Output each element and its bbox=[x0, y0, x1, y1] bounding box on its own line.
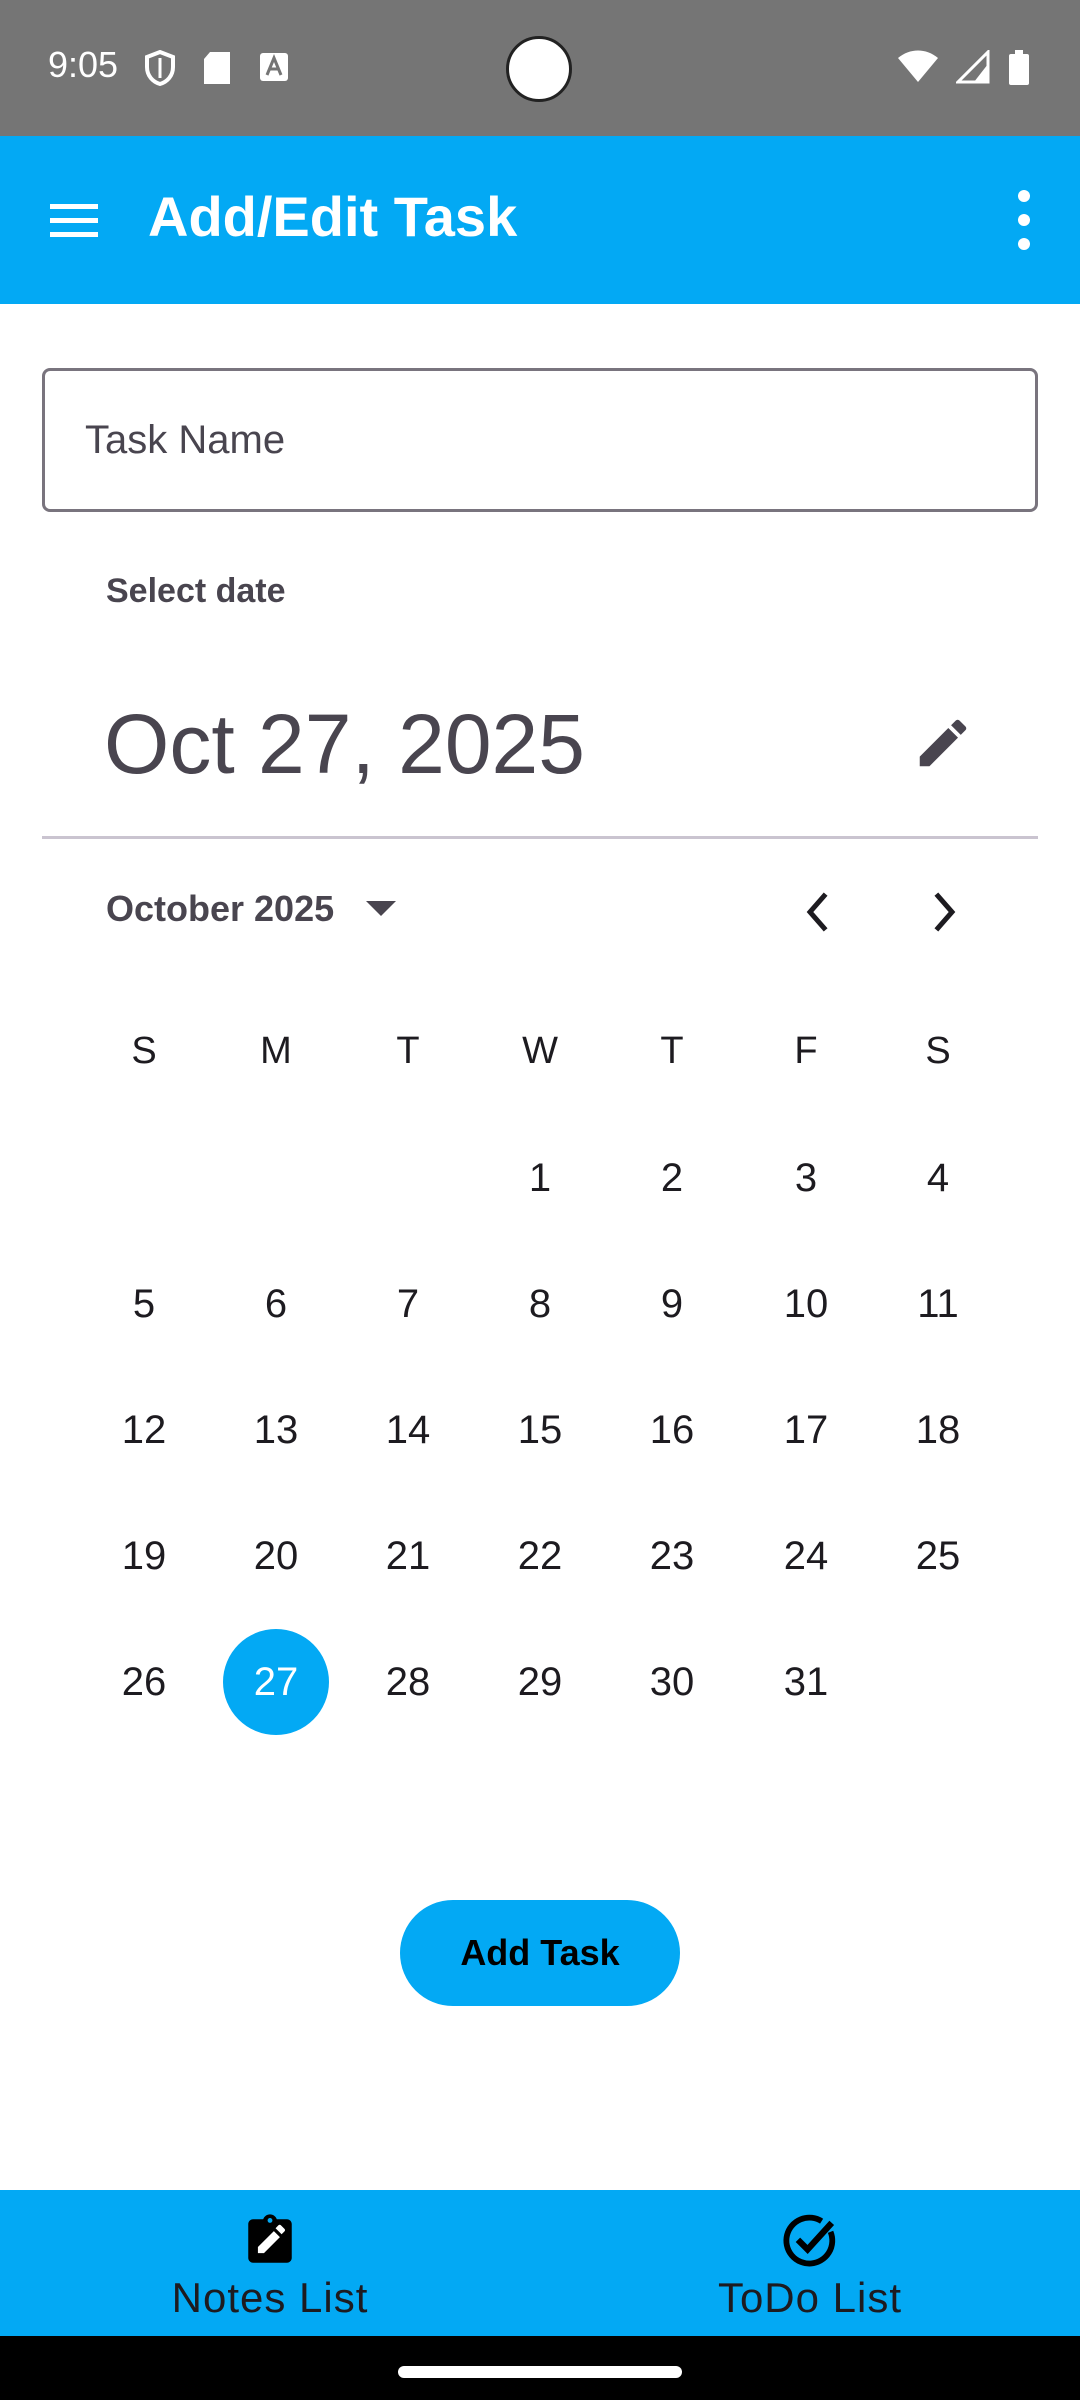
calendar-day[interactable]: 4 bbox=[885, 1125, 991, 1231]
calendar-day[interactable]: 26 bbox=[91, 1629, 197, 1735]
sd-card-icon bbox=[204, 52, 230, 84]
select-date-label: Select date bbox=[106, 572, 286, 610]
calendar-day[interactable]: 2 bbox=[619, 1125, 725, 1231]
weekday-label: S bbox=[131, 1030, 157, 1072]
check-circle-icon bbox=[783, 2214, 836, 2267]
calendar-day[interactable]: 9 bbox=[619, 1251, 725, 1357]
gesture-handle[interactable] bbox=[398, 2366, 682, 2378]
calendar-day[interactable]: 20 bbox=[223, 1503, 329, 1609]
add-task-button[interactable]: Add Task bbox=[400, 1900, 680, 2006]
calendar-day[interactable]: 1 bbox=[487, 1125, 593, 1231]
calendar-day[interactable]: 6 bbox=[223, 1251, 329, 1357]
weekday-label: T bbox=[660, 1030, 684, 1072]
battery-icon bbox=[1009, 50, 1029, 85]
cell-signal-icon bbox=[956, 50, 990, 84]
status-bar: 9:05 bbox=[0, 0, 1080, 136]
weekday-label: T bbox=[396, 1030, 420, 1072]
previous-month-button[interactable] bbox=[792, 882, 844, 942]
calendar-day[interactable]: 25 bbox=[885, 1503, 991, 1609]
calendar-day[interactable]: 13 bbox=[223, 1377, 329, 1483]
shield-icon bbox=[145, 50, 175, 86]
edit-pencil-icon[interactable] bbox=[912, 712, 974, 774]
calendar-day[interactable]: 10 bbox=[753, 1251, 859, 1357]
more-vert-icon[interactable] bbox=[1008, 186, 1040, 254]
nav-item-todo-list[interactable]: ToDo List bbox=[540, 2190, 1080, 2336]
calendar-day[interactable]: 29 bbox=[487, 1629, 593, 1735]
month-year-selector[interactable]: October 2025 bbox=[106, 888, 397, 930]
bottom-navigation: Notes List ToDo List bbox=[0, 2190, 1080, 2336]
calendar-day[interactable]: 15 bbox=[487, 1377, 593, 1483]
month-year-label: October 2025 bbox=[106, 888, 335, 929]
calendar-day[interactable]: 21 bbox=[355, 1503, 461, 1609]
calendar-day[interactable]: 30 bbox=[619, 1629, 725, 1735]
calendar-day-selected[interactable]: 27 bbox=[223, 1629, 329, 1735]
status-time: 9:05 bbox=[48, 44, 119, 85]
calendar-day[interactable]: 3 bbox=[753, 1125, 859, 1231]
nav-label-todo-list: ToDo List bbox=[717, 2274, 903, 2321]
app-bar: Add/Edit Task bbox=[0, 136, 1080, 304]
weekday-label: F bbox=[794, 1030, 818, 1072]
calendar-day[interactable]: 12 bbox=[91, 1377, 197, 1483]
calendar-day[interactable]: 7 bbox=[355, 1251, 461, 1357]
nav-item-notes-list[interactable]: Notes List bbox=[0, 2190, 540, 2336]
calendar-day[interactable]: 16 bbox=[619, 1377, 725, 1483]
selected-date-headline: Oct 27, 2025 bbox=[104, 697, 585, 791]
calendar-day[interactable]: 14 bbox=[355, 1377, 461, 1483]
calendar-day[interactable]: 28 bbox=[355, 1629, 461, 1735]
calendar-day[interactable]: 8 bbox=[487, 1251, 593, 1357]
calendar-day[interactable]: 22 bbox=[487, 1503, 593, 1609]
clipboard-edit-icon bbox=[248, 2214, 292, 2263]
status-icons-right bbox=[898, 50, 1030, 86]
calendar-day[interactable]: 24 bbox=[753, 1503, 859, 1609]
calendar-day[interactable]: 11 bbox=[885, 1251, 991, 1357]
calendar-day[interactable]: 18 bbox=[885, 1377, 991, 1483]
text-app-icon bbox=[260, 53, 288, 81]
page-title: Add/Edit Task bbox=[148, 185, 518, 248]
task-name-input[interactable] bbox=[45, 371, 1035, 509]
calendar-day[interactable]: 31 bbox=[753, 1629, 859, 1735]
next-month-button[interactable] bbox=[918, 882, 970, 942]
header-divider bbox=[42, 836, 1038, 839]
calendar-day[interactable]: 19 bbox=[91, 1503, 197, 1609]
calendar-day[interactable]: 23 bbox=[619, 1503, 725, 1609]
dropdown-arrow-icon bbox=[366, 901, 397, 916]
calendar-day[interactable]: 17 bbox=[753, 1377, 859, 1483]
camera-cutout bbox=[506, 36, 572, 102]
weekday-label: W bbox=[522, 1030, 558, 1072]
status-icons-left bbox=[144, 50, 290, 86]
system-navigation-bar bbox=[0, 2336, 1080, 2400]
task-name-field-container bbox=[42, 368, 1038, 512]
weekday-label: S bbox=[925, 1030, 951, 1072]
calendar-day[interactable]: 5 bbox=[91, 1251, 197, 1357]
wifi-icon bbox=[898, 50, 938, 82]
weekday-label: M bbox=[260, 1030, 292, 1072]
nav-label-notes-list: Notes List bbox=[171, 2274, 369, 2321]
menu-icon[interactable] bbox=[48, 198, 100, 242]
